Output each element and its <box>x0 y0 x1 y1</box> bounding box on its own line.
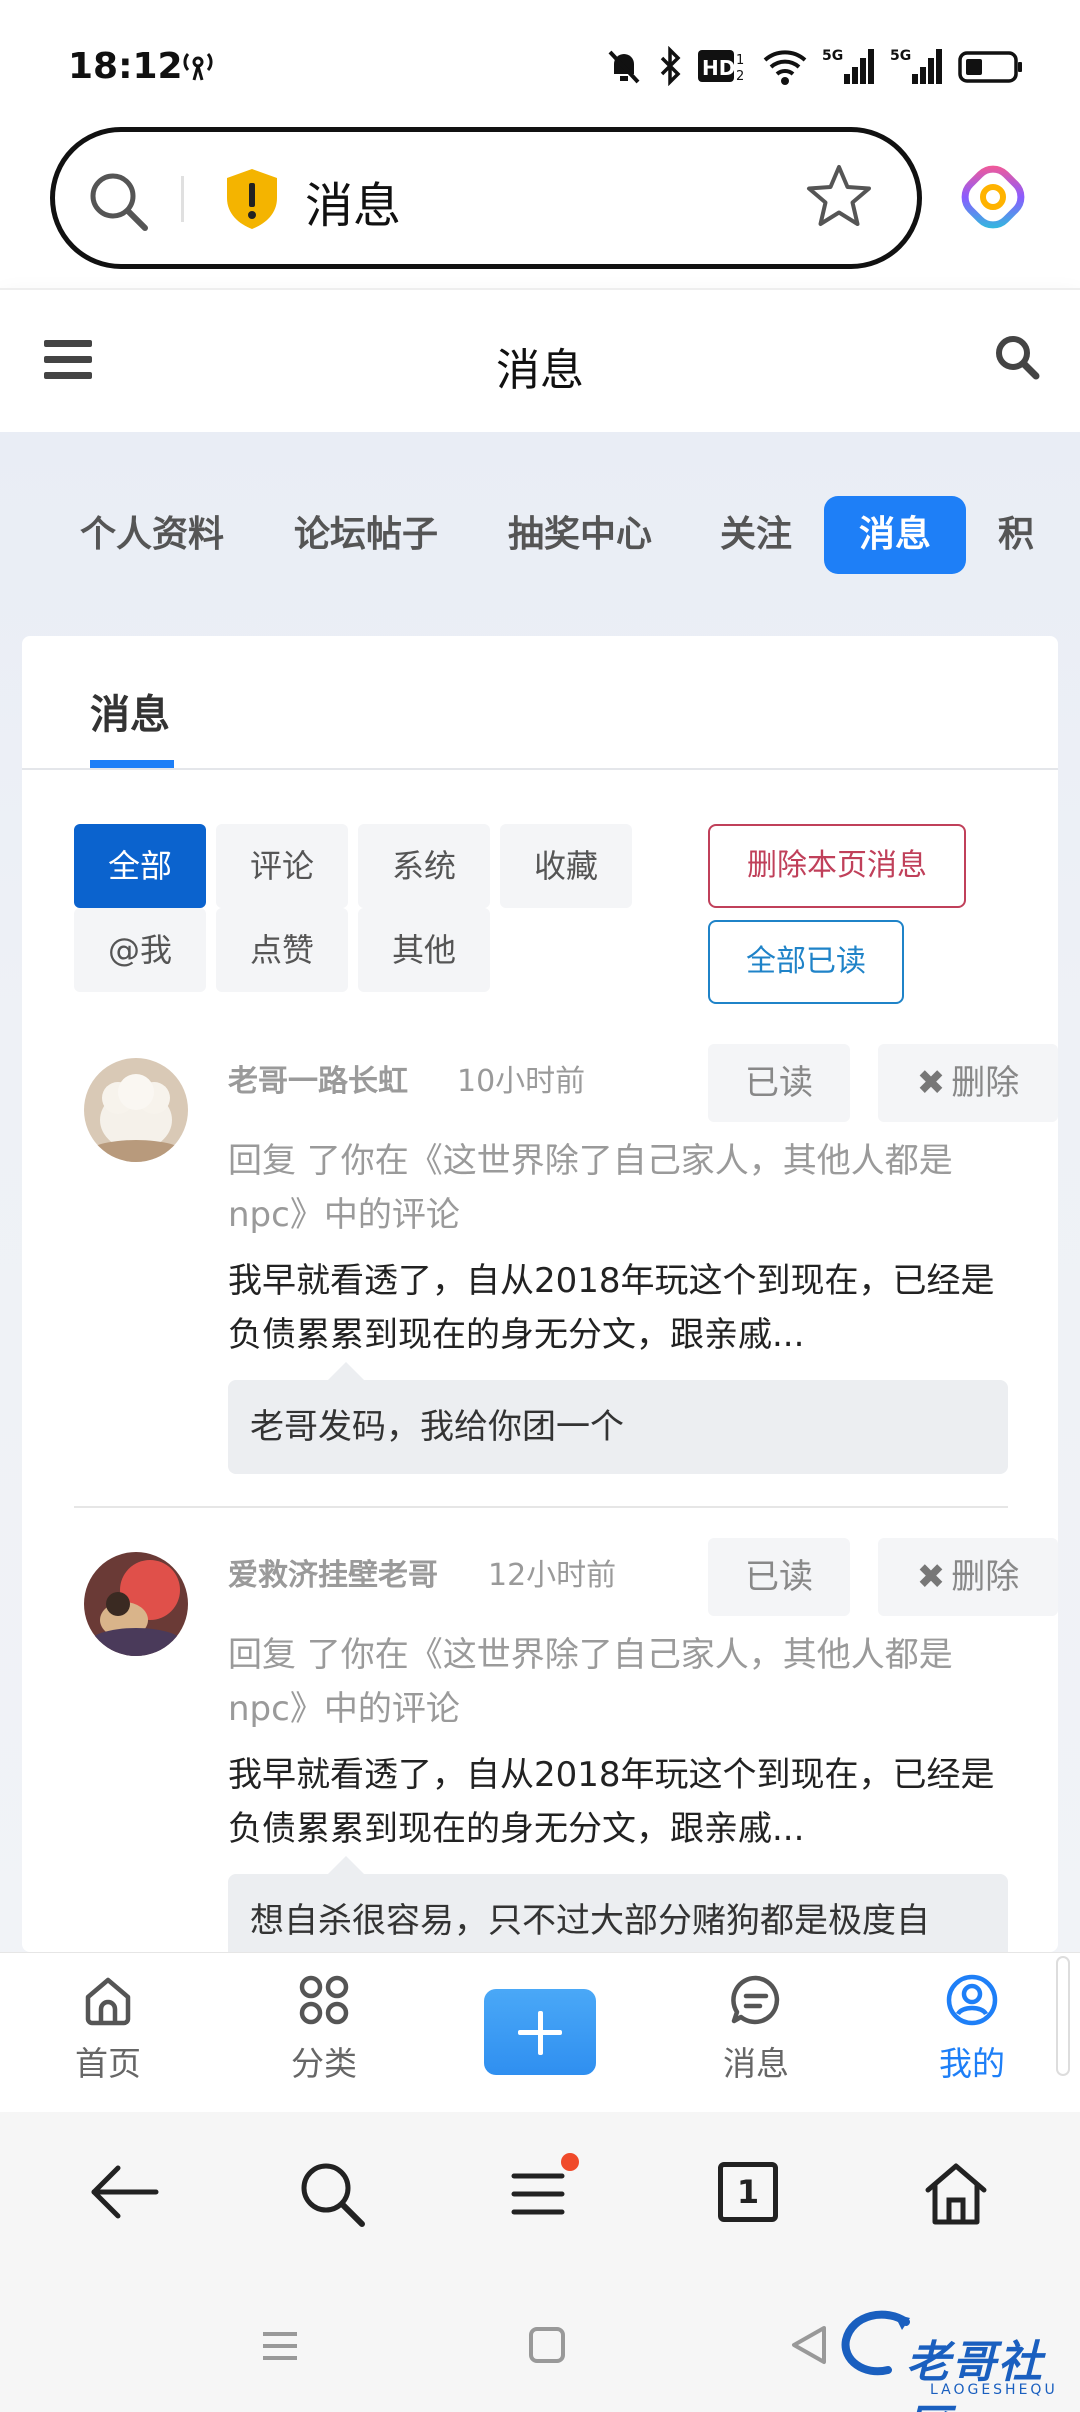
message-username[interactable]: 爱救济挂壁老哥 <box>228 1550 438 1594</box>
status-icons: HD 1 2 5G 5G <box>604 44 1024 88</box>
delete-label: 删除 <box>951 1557 1020 1597</box>
message-quote[interactable]: 想自杀很容易，只不过大部分赌狗都是极度自 <box>228 1856 1008 1952</box>
address-bar[interactable]: 消息 <box>50 127 922 269</box>
browser-url-area: 消息 <box>0 110 1080 288</box>
nav-messages-label: 消息 <box>723 2044 789 2083</box>
messages-card: 消息 全部 评论 系统 收藏 @我 点赞 其他 删除本页消息 全部已读 老哥一路… <box>22 636 1058 1952</box>
signal-5g-icon: 5G <box>822 48 874 84</box>
message-item: 老哥一路长虹 10小时前 已读 ✖ 删除 回复 了你在《这世界除了自己家人，其他人… <box>74 1044 1058 1484</box>
watermark-subtext: LAOGESHEQU <box>930 2382 1058 2398</box>
tab-divider <box>22 768 1058 770</box>
delete-message-button[interactable]: ✖ 删除 <box>878 1538 1058 1616</box>
filter-all[interactable]: 全部 <box>74 824 206 908</box>
menu-icon[interactable] <box>508 2152 580 2224</box>
close-icon: ✖ <box>916 1557 946 1597</box>
battery-icon <box>958 51 1022 83</box>
svg-text:HD: HD <box>702 56 735 80</box>
mute-bell-icon <box>608 50 640 84</box>
filter-likes[interactable]: 点赞 <box>216 908 348 992</box>
address-divider <box>181 176 184 222</box>
bluetooth-icon <box>660 46 681 86</box>
avatar[interactable] <box>84 1058 188 1162</box>
active-tab-indicator <box>90 760 174 768</box>
filter-other[interactable]: 其他 <box>358 908 490 992</box>
bookmark-star-icon[interactable] <box>805 162 873 230</box>
wifi-icon <box>763 50 807 85</box>
filter-system[interactable]: 系统 <box>358 824 490 908</box>
message-reply-context[interactable]: 回复 了你在《这世界除了自己家人，其他人都是npc》中的评论 <box>228 1134 1008 1242</box>
laoge-logo-icon <box>841 2310 910 2376</box>
home-icon <box>85 1977 131 2026</box>
tab-points[interactable]: 积 <box>976 496 1056 574</box>
signal-5g-icon: 5G <box>890 48 942 84</box>
message-time: 12小时前 <box>488 1558 617 1593</box>
mark-read-button[interactable]: 已读 <box>708 1538 850 1616</box>
warning-shield-icon[interactable] <box>223 166 281 232</box>
svg-text:1: 1 <box>736 53 744 68</box>
avatar[interactable] <box>84 1552 188 1656</box>
mark-read-button[interactable]: 已读 <box>708 1044 850 1122</box>
scrollbar[interactable] <box>1056 1956 1070 2076</box>
message-quote[interactable]: 老哥发码，我给你团一个 <box>228 1362 1008 1474</box>
home-icon[interactable] <box>922 2160 990 2226</box>
chat-icon <box>731 1975 780 2025</box>
watermark-text: 老哥社区 <box>906 2337 1044 2412</box>
address-text[interactable]: 消息 <box>305 166 401 236</box>
message-username[interactable]: 老哥一路长虹 <box>228 1056 408 1100</box>
profile-tabs: 个人资料 论坛帖子 抽奖中心 关注 消息 积 <box>0 496 1080 576</box>
browser-app-icon[interactable] <box>960 164 1026 230</box>
tab-profile[interactable]: 个人资料 <box>58 496 246 574</box>
message-time: 10小时前 <box>457 1064 586 1099</box>
hd-icon: HD 1 2 <box>698 50 744 84</box>
message-item: 爱救济挂壁老哥 12小时前 已读 ✖ 删除 回复 了你在《这世界除了自己家人，其他… <box>74 1538 1058 1952</box>
svg-text:2: 2 <box>736 69 744 84</box>
nav-mine[interactable]: 我的 <box>902 1973 1042 2085</box>
nav-categories-label: 分类 <box>291 2044 357 2083</box>
message-body[interactable]: 我早就看透了，自从2018年玩这个到现在，已经是负债累累到现在的身无分文，跟亲戚… <box>228 1254 1008 1362</box>
nav-home[interactable]: 首页 <box>38 1973 178 2085</box>
message-divider <box>74 1506 1008 1508</box>
search-icon[interactable] <box>87 170 151 234</box>
filter-mentions[interactable]: @我 <box>74 908 206 992</box>
nav-categories[interactable]: 分类 <box>254 1973 394 2085</box>
back-arrow-icon[interactable] <box>88 2160 160 2224</box>
home-square-icon[interactable] <box>528 2326 566 2364</box>
grid-icon <box>299 1975 349 2025</box>
hotspot-icon <box>183 53 213 81</box>
nav-mine-label: 我的 <box>939 2044 1005 2083</box>
filter-favorites[interactable]: 收藏 <box>500 824 632 908</box>
tab-messages[interactable]: 消息 <box>824 496 966 574</box>
svg-text:5G: 5G <box>890 48 911 64</box>
delete-message-button[interactable]: ✖ 删除 <box>878 1044 1058 1122</box>
search-icon[interactable] <box>298 2160 366 2228</box>
page-title: 消息 <box>496 345 584 396</box>
system-nav-bar: 老哥社区 LAOGESHEQU <box>0 2282 1080 2412</box>
tab-lottery[interactable]: 抽奖中心 <box>486 496 674 574</box>
status-bar: 18:12 HD 1 2 5G 5G <box>0 0 1080 110</box>
back-triangle-icon[interactable] <box>790 2324 830 2366</box>
card-tab-messages[interactable]: 消息 <box>90 682 170 740</box>
site-bottom-nav: 首页 分类 消息 我的 <box>0 1952 1080 2112</box>
browser-toolbar: 1 <box>0 2112 1080 2282</box>
search-icon[interactable] <box>994 334 1040 380</box>
post-plus-button[interactable] <box>484 1989 596 2075</box>
tab-following[interactable]: 关注 <box>698 496 814 574</box>
delete-label: 删除 <box>951 1063 1020 1103</box>
tabs-count-button[interactable]: 1 <box>718 2162 778 2222</box>
tab-forum-posts[interactable]: 论坛帖子 <box>272 496 460 574</box>
user-circle-icon <box>946 1974 998 2026</box>
status-time: 18:12 <box>68 46 183 87</box>
nav-messages[interactable]: 消息 <box>686 1973 826 2085</box>
close-icon: ✖ <box>916 1063 946 1103</box>
recents-menu-icon[interactable] <box>260 2326 300 2366</box>
mark-all-read-button[interactable]: 全部已读 <box>708 920 904 1004</box>
message-reply-context[interactable]: 回复 了你在《这世界除了自己家人，其他人都是npc》中的评论 <box>228 1628 1008 1736</box>
message-body[interactable]: 我早就看透了，自从2018年玩这个到现在，已经是负债累累到现在的身无分文，跟亲戚… <box>228 1748 1008 1856</box>
svg-text:5G: 5G <box>822 48 843 64</box>
delete-page-messages-button[interactable]: 删除本页消息 <box>708 824 966 908</box>
nav-home-label: 首页 <box>75 2044 141 2083</box>
site-header: 消息 <box>0 288 1080 432</box>
filter-comments[interactable]: 评论 <box>216 824 348 908</box>
